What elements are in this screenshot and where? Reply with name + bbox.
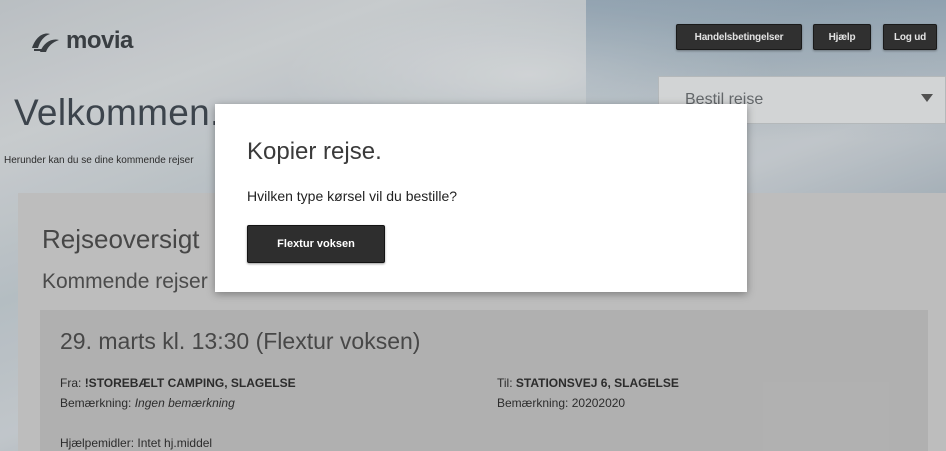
page: movia Handelsbetingelser Hjælp Log ud Ve… (0, 0, 946, 451)
dialog-title: Kopier rejse. (247, 138, 382, 165)
flextur-voksen-button[interactable]: Flextur voksen (247, 225, 385, 263)
copy-trip-dialog: Kopier rejse. Hvilken type kørsel vil du… (215, 104, 747, 292)
dialog-question: Hvilken type kørsel vil du bestille? (247, 188, 458, 204)
